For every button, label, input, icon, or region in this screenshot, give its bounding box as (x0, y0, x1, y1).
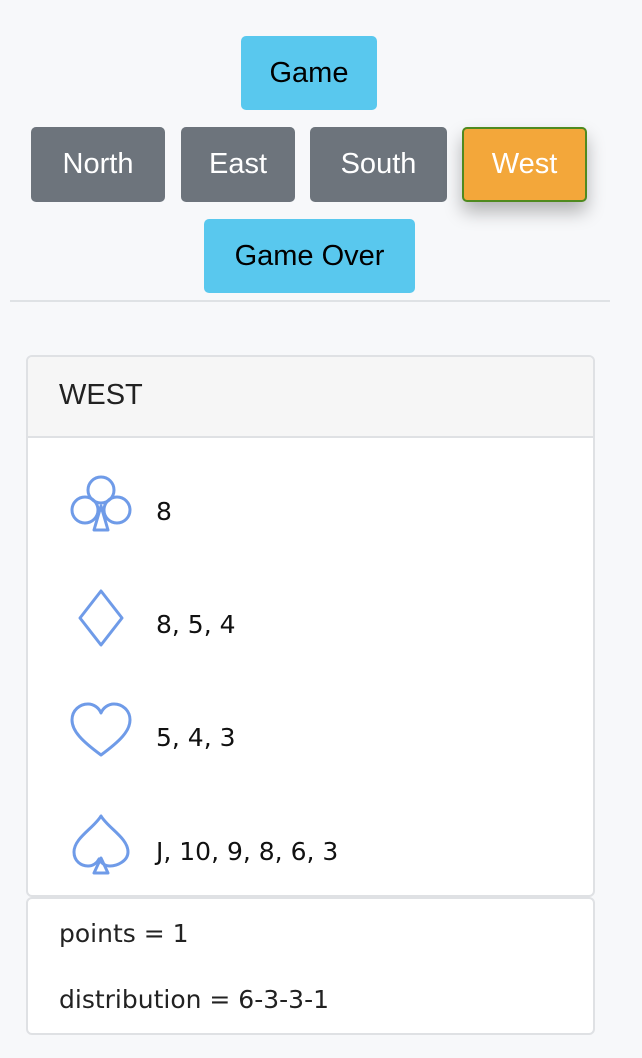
game-button[interactable]: Game (241, 36, 377, 110)
diamond-icon (78, 589, 124, 647)
hand-card-header: WEST (28, 357, 593, 438)
suit-row-clubs: 8 (28, 473, 593, 553)
hand-summary-card: points = 1 distribution = 6-3-3-1 (26, 897, 595, 1035)
suit-row-diamonds: 8, 5, 4 (28, 587, 593, 667)
hand-title: WEST (59, 379, 143, 411)
seat-button-west[interactable]: West (462, 127, 587, 202)
distribution-text: distribution = 6-3-3-1 (59, 985, 329, 1014)
spade-cards: J, 10, 9, 8, 6, 3 (156, 837, 339, 866)
app-page: Game North East South West Game Over WES… (0, 0, 642, 1058)
points-text: points = 1 (59, 919, 189, 948)
seat-button-south[interactable]: South (310, 127, 447, 202)
game-over-button[interactable]: Game Over (204, 219, 415, 293)
heart-icon (70, 702, 132, 757)
suit-row-spades: J, 10, 9, 8, 6, 3 (28, 814, 593, 894)
club-cards: 8 (156, 497, 172, 526)
seat-button-east[interactable]: East (181, 127, 295, 202)
hand-card: WEST 8 8, 5, 4 5, 4, 3 J, 10, 9, 8, 6, 3 (26, 355, 595, 897)
spade-icon (72, 814, 130, 875)
club-icon (70, 475, 132, 532)
heart-cards: 5, 4, 3 (156, 723, 236, 752)
seat-button-north[interactable]: North (31, 127, 165, 202)
diamond-cards: 8, 5, 4 (156, 610, 236, 639)
suit-row-hearts: 5, 4, 3 (28, 701, 593, 781)
divider (10, 300, 610, 302)
